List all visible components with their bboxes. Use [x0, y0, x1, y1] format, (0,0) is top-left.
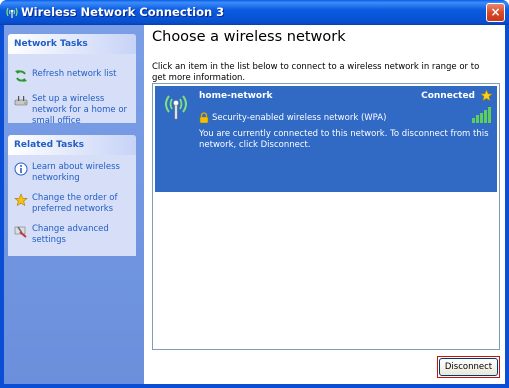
network-list[interactable]: home-network Connected Security-enabled …	[152, 83, 500, 350]
wireless-antenna-icon	[165, 95, 187, 120]
close-icon: ×	[490, 5, 501, 19]
network-tasks-header[interactable]: Network Tasks	[8, 34, 136, 54]
network-description: You are currently connected to this netw…	[199, 129, 489, 150]
network-list-item[interactable]: home-network Connected Security-enabled …	[155, 86, 497, 192]
refresh-icon	[15, 70, 27, 82]
page-title: Choose a wireless network	[152, 29, 346, 45]
preferred-star-icon	[480, 89, 493, 102]
connection-status: Connected	[421, 91, 475, 101]
security-type: Security-enabled wireless network (WPA)	[212, 113, 387, 123]
task-label: Change advanced settings	[32, 224, 109, 245]
task-label: Set up a wireless network for a home or …	[32, 94, 128, 126]
app-window: Wireless Network Connection 3 × Network …	[0, 0, 509, 388]
setup-wireless-icon	[14, 96, 28, 106]
window-title: Wireless Network Connection 3	[21, 5, 225, 19]
signal-strength-icon	[472, 107, 491, 123]
client-area: Network Tasks Refresh network list Set u…	[4, 25, 505, 384]
network-tasks-panel: Network Tasks Refresh network list Set u…	[8, 34, 136, 126]
disconnect-highlight: Disconnect	[437, 356, 500, 378]
disconnect-button[interactable]: Disconnect	[439, 358, 498, 376]
settings-icon	[14, 226, 27, 238]
task-label: Learn about wireless networking	[32, 162, 120, 183]
info-icon	[14, 162, 28, 176]
task-label: Refresh network list	[32, 69, 117, 79]
task-label: Change the order of preferred networks	[32, 193, 118, 214]
lock-icon	[199, 112, 209, 123]
related-tasks-header[interactable]: Related Tasks	[8, 135, 136, 155]
sidebar: Network Tasks Refresh network list Set u…	[4, 25, 144, 384]
close-button[interactable]: ×	[486, 3, 505, 22]
instructions-text: Click an item in the list below to conne…	[152, 62, 480, 83]
star-icon	[14, 193, 28, 207]
network-name: home-network	[199, 91, 273, 101]
wireless-network-icon	[6, 7, 18, 18]
related-tasks-panel: Related Tasks Learn about wireless netwo…	[8, 135, 136, 256]
title-bar[interactable]: Wireless Network Connection 3 ×	[0, 0, 509, 25]
